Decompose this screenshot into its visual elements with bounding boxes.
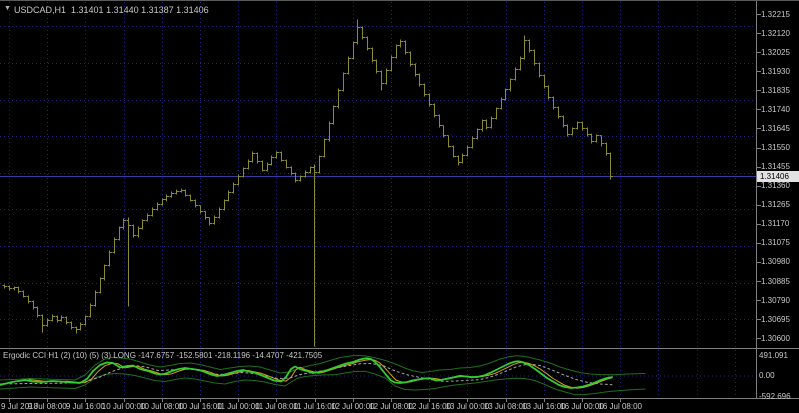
price-axis-label: 1.32120 <box>761 28 790 38</box>
time-axis-label: 13 Jul 00:00 <box>445 402 490 411</box>
time-axis-label: 11 Jul 00:00 <box>216 402 260 411</box>
time-axis-label: 9 Jul 16:00 <box>65 402 105 411</box>
indicator-axis-label: 0.00 <box>759 371 775 380</box>
price-axis-label: 1.30980 <box>761 257 790 267</box>
price-axis-label: 1.30695 <box>761 314 790 324</box>
price-axis-label: 1.32025 <box>761 47 790 57</box>
indicator-axis-label: -592.696 <box>759 391 791 401</box>
time-axis-label: 12 Jul 16:00 <box>407 402 451 411</box>
time-axis-label: 13 Jul 08:00 <box>483 402 528 411</box>
price-axis-label: 1.31360 <box>761 181 790 191</box>
time-axis-label: 9 Jul 08:00 <box>27 402 67 411</box>
panel-separators <box>0 1 799 399</box>
price-axis-label: 1.31835 <box>761 85 790 95</box>
axis-ticks <box>9 14 761 402</box>
time-axis-label: 13 Jul 16:00 <box>522 402 566 411</box>
ohlc-readout: 1.31401 1.31440 1.31387 1.31406 <box>71 5 209 15</box>
indicator-axis-label: 491.091 <box>759 350 788 360</box>
price-axis-label: 1.31170 <box>761 219 790 229</box>
symbol-period-label: USDCAD,H1 <box>14 5 67 15</box>
chart-menu-icon[interactable]: ▼ <box>4 5 11 12</box>
price-axis-label: 1.31455 <box>761 162 790 172</box>
trading-chart-window: ▼ USDCAD,H1 1.31401 1.31440 1.31387 1.31… <box>0 0 799 413</box>
time-axis-label: 11 Jul 08:00 <box>254 402 298 411</box>
chart-title: USDCAD,H1 1.31401 1.31440 1.31387 1.3140… <box>14 5 209 15</box>
time-axis-label: 10 Jul 08:00 <box>140 402 184 411</box>
price-axis-label: 1.31930 <box>761 66 790 76</box>
ohlc-bars <box>2 19 613 347</box>
price-axis-label: 1.31075 <box>761 238 790 248</box>
price-axis-label: 1.30790 <box>761 295 790 305</box>
price-axis-label: 1.30885 <box>761 276 790 286</box>
price-axis-label: 1.31645 <box>761 123 790 133</box>
current-price-box: 1.31406 <box>757 170 799 182</box>
time-axis-label: 16 Jul 08:00 <box>598 402 642 411</box>
price-axis-label: 1.31265 <box>761 200 790 210</box>
time-axis-label: 10 Jul 16:00 <box>178 402 222 411</box>
indicator-label: Ergodic CCI H1 (2) (10) (5) (3) LONG -14… <box>3 351 323 360</box>
time-axis-label: 11 Jul 16:00 <box>293 402 337 411</box>
time-axis-label: 16 Jul 00:00 <box>560 402 604 411</box>
time-axis-label: 12 Jul 08:00 <box>369 402 413 411</box>
time-axis-label: 12 Jul 00:00 <box>331 402 375 411</box>
grid-lines <box>0 2 756 398</box>
price-axis-label: 1.31550 <box>761 143 790 153</box>
price-axis-label: 1.30600 <box>761 333 790 343</box>
price-axis-label: 1.31740 <box>761 104 790 114</box>
time-axis-label: 10 Jul 00:00 <box>101 402 146 411</box>
price-axis-label: 1.32215 <box>761 9 790 19</box>
